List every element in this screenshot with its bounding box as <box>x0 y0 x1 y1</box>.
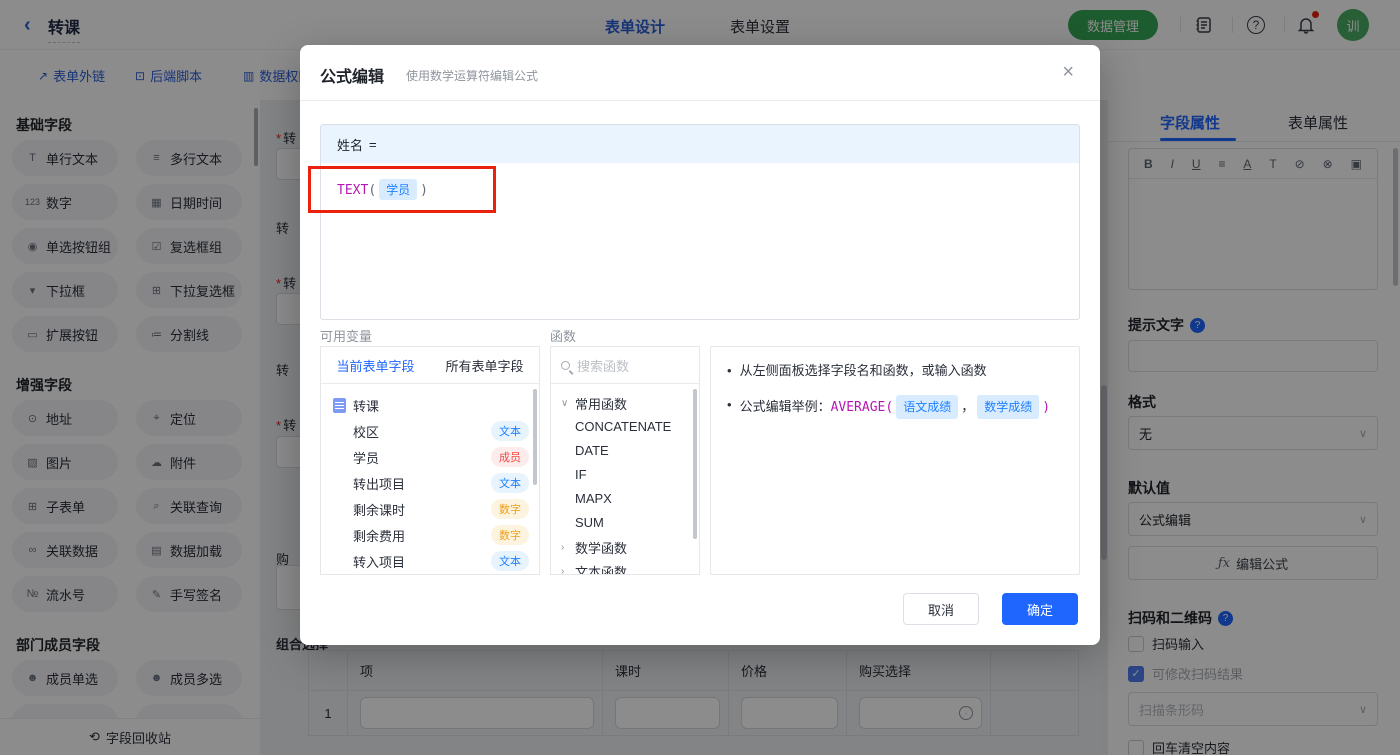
group-math-functions[interactable]: › 数学函数 <box>561 535 699 559</box>
variables-label: 可用变量 <box>320 329 373 344</box>
field-chip[interactable]: 学员 <box>379 179 418 200</box>
function-item[interactable]: MAPX <box>561 487 699 511</box>
bullet: • <box>727 397 732 412</box>
example-field-chip: 数学成绩 <box>977 395 1040 419</box>
bullet: • <box>727 363 732 378</box>
tab-all-form-fields[interactable]: 所有表单字段 <box>430 347 539 383</box>
modal-title: 公式编辑 <box>320 69 385 86</box>
function-item[interactable]: DATE <box>561 439 699 463</box>
variables-tree: 转课 校区 文本 学员 成员 转出项目 文本 剩余课时 数字 剩余费用 数字 转入项目 文本 <box>321 384 539 574</box>
modal-subtitle: 使用数学运算符编辑公式 <box>406 69 539 83</box>
search-placeholder: 搜索函数 <box>577 358 630 374</box>
functions-panel: 搜索函数 ∨ 常用函数 CONCATENATE DATE IF MAPX SUM… <box>550 346 700 575</box>
formula-expression[interactable]: TEXT(学员) <box>321 163 1079 216</box>
divider <box>300 100 1100 101</box>
chevron-right-icon: › <box>561 565 565 575</box>
variable-row[interactable]: 校区 文本 <box>333 418 529 444</box>
function-search[interactable]: 搜索函数 <box>551 347 699 384</box>
variable-row[interactable]: 学员 成员 <box>333 444 529 470</box>
tab-current-form-fields[interactable]: 当前表单字段 <box>321 347 430 383</box>
variable-row[interactable]: 剩余课时 数字 <box>333 496 529 522</box>
variables-tabs: 当前表单字段 所有表单字段 <box>321 347 539 384</box>
formula-editor: 姓名 = TEXT(学员) <box>320 124 1080 320</box>
functions-scrollbar-thumb[interactable] <box>693 389 697 539</box>
function-item[interactable]: SUM <box>561 511 699 535</box>
target-field-name: 姓名 <box>337 137 364 153</box>
group-text-functions[interactable]: › 文本函数 <box>561 559 699 575</box>
formula-target-bar: 姓名 = <box>321 125 1079 163</box>
function-item[interactable]: IF <box>561 463 699 487</box>
variables-scrollbar-thumb[interactable] <box>533 389 537 485</box>
variable-row[interactable]: 转入项目 文本 <box>333 548 529 574</box>
search-icon <box>561 360 570 370</box>
cancel-button[interactable]: 取消 <box>903 593 979 625</box>
close-icon[interactable]: × <box>1062 61 1074 84</box>
equals-sign: = <box>369 136 377 152</box>
chevron-right-icon: › <box>561 541 565 553</box>
tree-root-node[interactable]: 转课 <box>333 392 529 418</box>
group-common-functions[interactable]: ∨ 常用函数 <box>561 391 699 415</box>
help-line-2: • 公式编辑举例：AVERAGE(语文成绩，数学成绩) <box>727 395 1063 419</box>
type-badge: 成员 <box>491 447 529 467</box>
function-item[interactable]: CONCATENATE <box>561 415 699 439</box>
variable-row[interactable]: 转出项目 文本 <box>333 470 529 496</box>
function-keyword: TEXT <box>337 183 369 198</box>
form-doc-icon <box>333 397 346 413</box>
variable-row[interactable]: 剩余费用 数字 <box>333 522 529 548</box>
variables-panel: 当前表单字段 所有表单字段 转课 校区 文本 学员 成员 转出项目 文本 剩余课时 数字… <box>320 346 540 575</box>
help-line-1: • 从左侧面板选择字段名和函数，或输入函数 <box>727 361 1063 381</box>
chevron-down-icon: ∨ <box>561 397 569 409</box>
type-badge: 文本 <box>491 473 529 493</box>
app-root: ‹ 转课 表单设计 表单设置 数据管理 ? 训 ↗ 表单外链 ⊡ 后端脚本 ▥ … <box>0 0 1400 755</box>
example-function-keyword: AVERAGE( <box>830 400 894 415</box>
functions-label: 函数 <box>550 329 577 344</box>
type-badge: 文本 <box>491 551 529 571</box>
formula-edit-modal: 公式编辑 使用数学运算符编辑公式 × 姓名 = TEXT(学员) 可用变量 函数… <box>300 45 1100 645</box>
type-badge: 文本 <box>491 421 529 441</box>
example-field-chip: 语文成绩 <box>896 395 959 419</box>
confirm-button[interactable]: 确定 <box>1002 593 1078 625</box>
type-badge: 数字 <box>491 499 529 519</box>
formula-help-panel: • 从左侧面板选择字段名和函数，或输入函数 • 公式编辑举例：AVERAGE(语… <box>710 346 1080 575</box>
type-badge: 数字 <box>491 525 529 545</box>
functions-tree: ∨ 常用函数 CONCATENATE DATE IF MAPX SUM › 数学… <box>551 384 699 575</box>
